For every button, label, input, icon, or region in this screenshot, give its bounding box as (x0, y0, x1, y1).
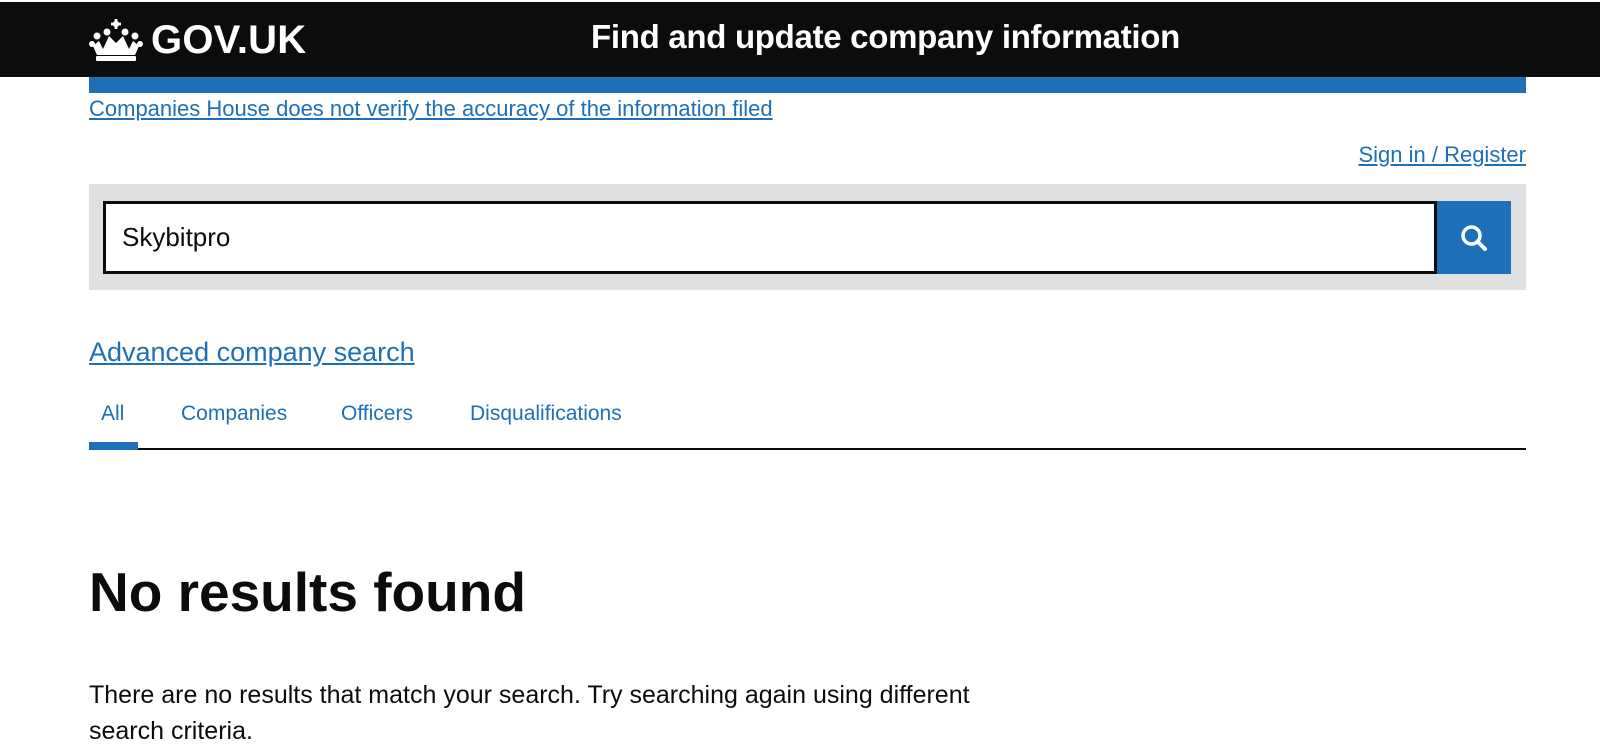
crown-icon (89, 19, 143, 61)
no-results-message: There are no results that match your sea… (89, 681, 970, 745)
site-header: GOV.UK Find and update company informati… (0, 2, 1600, 77)
header-blue-bar (89, 77, 1526, 93)
search-icon (1461, 224, 1487, 251)
service-name-link[interactable]: Find and update company information (591, 18, 1180, 56)
accuracy-disclaimer-link[interactable]: Companies House does not verify the accu… (89, 96, 773, 122)
results-heading: No results found (89, 561, 526, 623)
active-tab-indicator (89, 442, 138, 450)
logo-text: GOV.UK (151, 17, 307, 62)
tab-companies[interactable]: Companies (181, 402, 287, 426)
sign-in-register-link[interactable]: Sign in / Register (1358, 142, 1526, 168)
search-button[interactable] (1437, 201, 1511, 274)
govuk-logo-link[interactable]: GOV.UK (89, 16, 306, 64)
search-panel (89, 184, 1526, 290)
tab-disqualifications[interactable]: Disqualifications (470, 402, 622, 426)
tab-officers[interactable]: Officers (341, 402, 413, 426)
advanced-company-search-link[interactable]: Advanced company search (89, 337, 415, 368)
tab-all[interactable]: All (101, 402, 124, 426)
search-category-tabs: All Companies Officers Disqualifications (89, 392, 1526, 450)
search-input[interactable] (103, 201, 1437, 274)
